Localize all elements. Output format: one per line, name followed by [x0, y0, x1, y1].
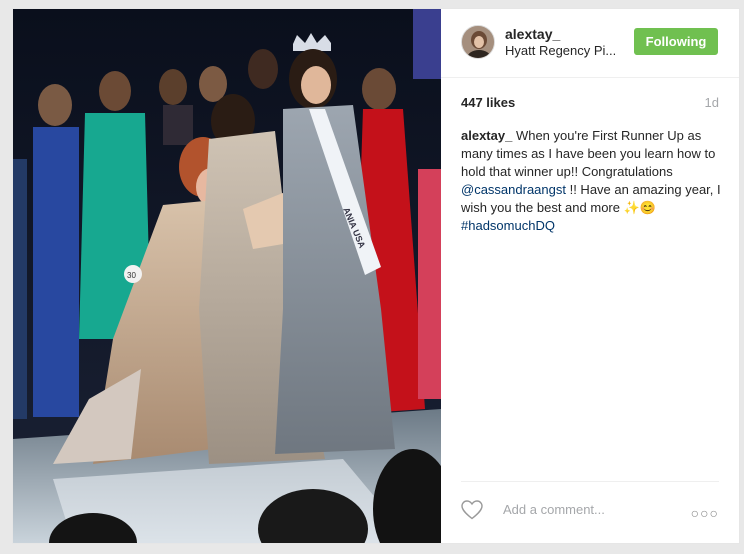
post-age[interactable]: 1d: [705, 95, 719, 110]
more-options-icon[interactable]: ○○○: [691, 505, 719, 521]
heart-icon-svg: [461, 500, 483, 520]
add-comment-input[interactable]: Add a comment...: [503, 502, 605, 517]
post-caption: alextay_ When you're First Runner Up as …: [461, 127, 723, 235]
post-header: alextay_ Hyatt Regency Pi... Following: [441, 9, 739, 78]
post-photo[interactable]: ANIA USA 30: [13, 9, 441, 543]
heart-icon[interactable]: [461, 500, 483, 520]
comment-divider: [461, 481, 719, 482]
location-link[interactable]: Hyatt Regency Pi...: [505, 43, 615, 58]
sparkle-smile-emoji: ✨😊: [623, 200, 656, 215]
caption-username[interactable]: alextay_: [461, 128, 512, 143]
avatar[interactable]: [461, 25, 495, 59]
instagram-post: ANIA USA 30 alextay_ Hyatt Regency Pi...…: [12, 8, 740, 544]
pageant-photo: ANIA USA 30: [13, 9, 441, 543]
likes-count[interactable]: 447 likes: [461, 95, 515, 110]
username-link[interactable]: alextay_: [505, 26, 560, 42]
caption-mention[interactable]: @cassandraangst: [461, 182, 566, 197]
following-button[interactable]: Following: [634, 28, 718, 55]
caption-hashtag[interactable]: #hadsomuchDQ: [461, 218, 555, 233]
post-sidebar: alextay_ Hyatt Regency Pi... Following 4…: [441, 9, 739, 543]
avatar-image: [462, 26, 494, 58]
contestant-number: 30: [127, 271, 136, 280]
